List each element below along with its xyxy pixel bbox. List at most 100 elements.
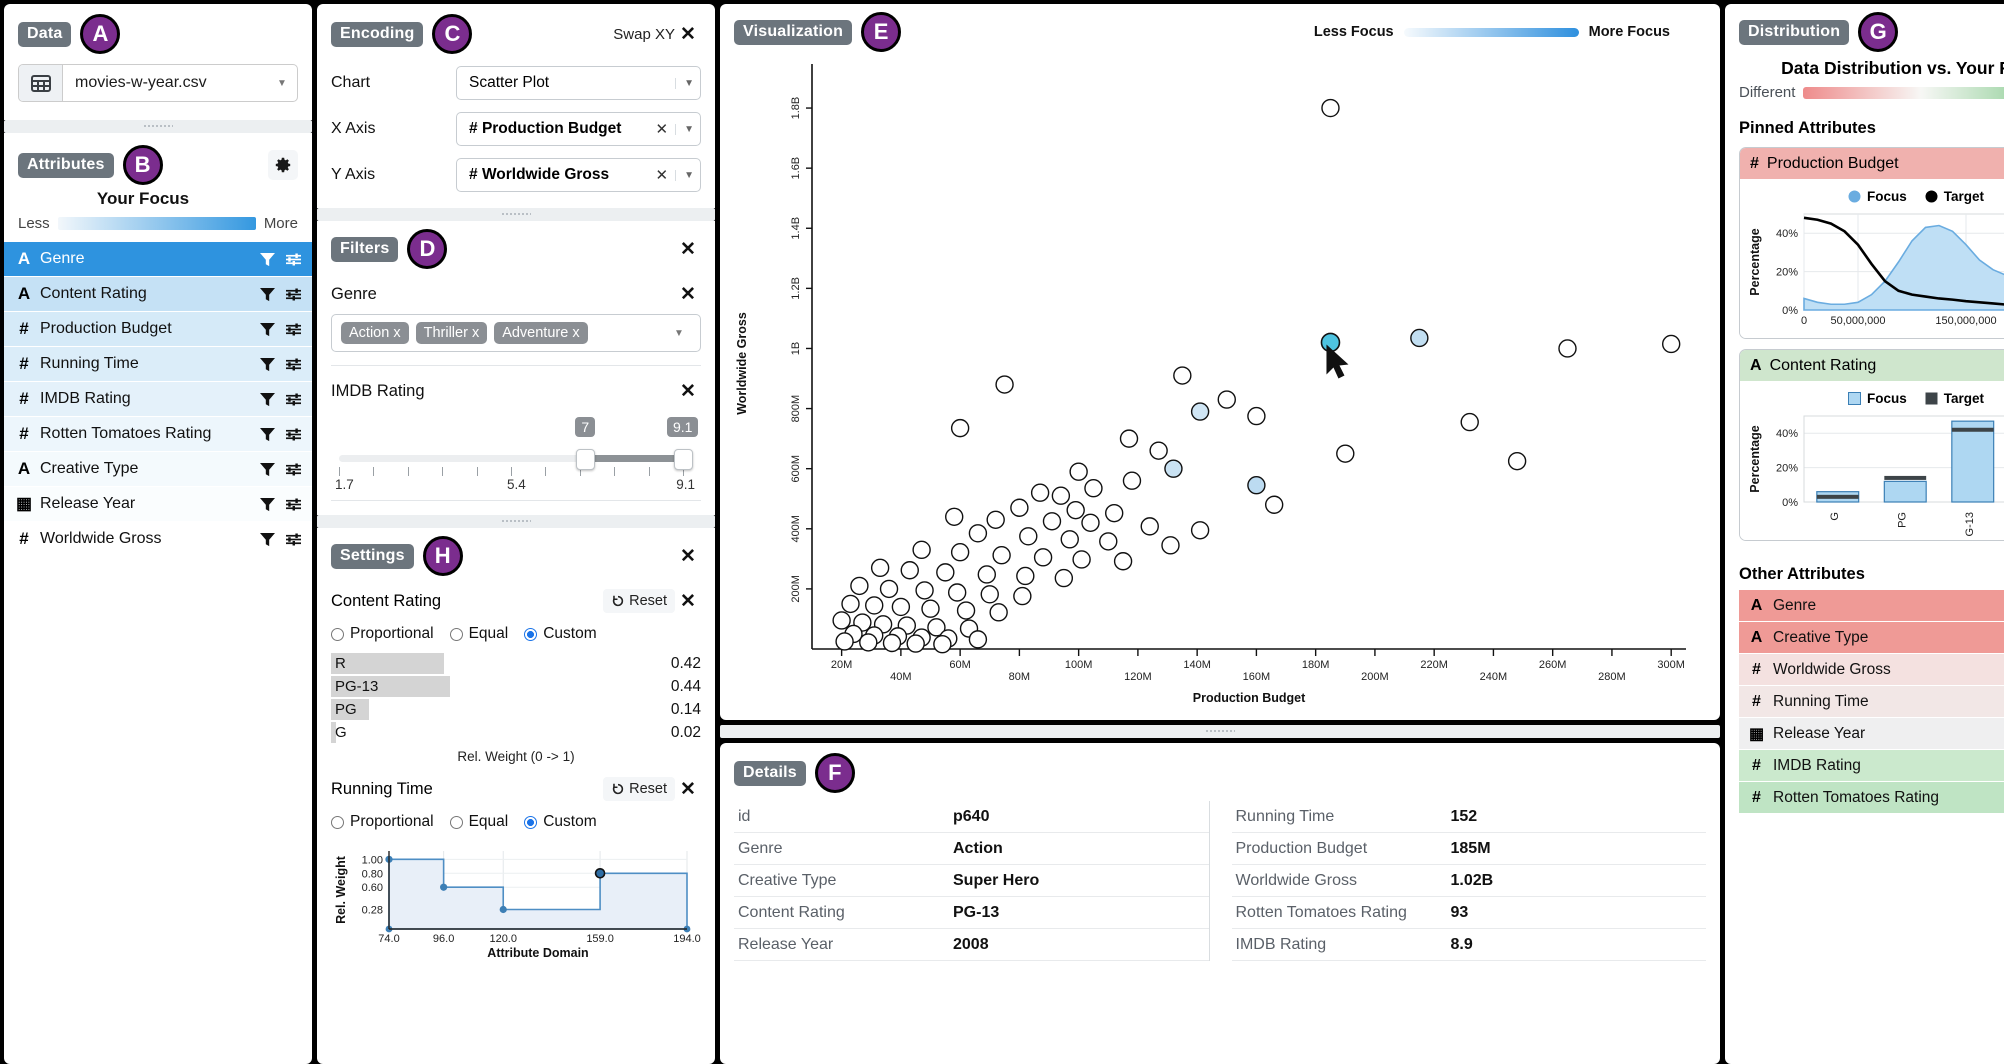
encoding-close-button[interactable]: ✕ bbox=[675, 21, 701, 47]
weights-icon[interactable] bbox=[285, 287, 302, 302]
other-attribute-row-running-time[interactable]: # Running Time bbox=[1739, 686, 2004, 717]
mode-option-custom[interactable]: Custom bbox=[524, 813, 597, 831]
running-time-weight-chart[interactable]: 1.00 0.80 0.60 0.28 74.0 96.0 120.0 159.0 194.0 R… bbox=[331, 841, 701, 959]
filter-icon[interactable] bbox=[259, 497, 276, 512]
chevron-down-icon[interactable]: ▼ bbox=[675, 123, 694, 135]
other-attribute-row-release-year[interactable]: ▦ Release Year bbox=[1739, 718, 2004, 749]
attribute-row-running-time[interactable]: # Running Time bbox=[4, 347, 312, 382]
encoding-clear-button[interactable]: ✕ bbox=[649, 120, 676, 138]
genre-filter-close-button[interactable]: ✕ bbox=[675, 281, 701, 307]
other-attribute-row-imdb-rating[interactable]: # IMDB Rating bbox=[1739, 750, 2004, 781]
mode-option-equal[interactable]: Equal bbox=[449, 813, 508, 831]
gear-icon[interactable] bbox=[268, 150, 298, 180]
genre-tag[interactable]: Action x bbox=[341, 322, 409, 344]
genre-tag-remove-icon[interactable]: x bbox=[472, 325, 479, 341]
slider-low-handle[interactable] bbox=[576, 449, 596, 470]
swap-xy-button[interactable]: Swap XY bbox=[613, 26, 675, 43]
genre-tag-input[interactable]: Action x Thriller x Adventure x ▼ bbox=[331, 314, 701, 352]
weight-row[interactable]: R 0.42 bbox=[331, 653, 701, 674]
mode-option-equal[interactable]: Equal bbox=[449, 625, 508, 643]
other-attribute-row-rotten-tomatoes-rating[interactable]: # Rotten Tomatoes Rating bbox=[1739, 782, 2004, 813]
chevron-down-icon[interactable]: ▼ bbox=[675, 169, 694, 181]
filter-icon[interactable] bbox=[259, 252, 276, 267]
filter-icon[interactable] bbox=[259, 357, 276, 372]
radio-custom[interactable] bbox=[524, 627, 538, 641]
details-value: 185M bbox=[1450, 839, 1491, 857]
encoding-field-select[interactable]: Scatter Plot ▼ bbox=[456, 66, 701, 100]
imdb-range-slider[interactable]: 7 9.1 1.7 5.4 9.1 bbox=[331, 411, 701, 492]
radio-custom[interactable] bbox=[524, 815, 538, 829]
weights-icon[interactable] bbox=[285, 357, 302, 372]
weight-row[interactable]: PG 0.14 bbox=[331, 699, 701, 720]
weight-row[interactable]: PG-13 0.44 bbox=[331, 676, 701, 697]
settings-block-close-button[interactable]: ✕ bbox=[675, 588, 701, 614]
scatter-plot[interactable]: 200M 400M 600M 800M 1B 1.2B 1.4B 1.6B 1.8B 20M 40M… bbox=[720, 52, 1720, 707]
mode-option-proportional[interactable]: Proportional bbox=[331, 625, 434, 643]
weights-icon[interactable] bbox=[285, 532, 302, 547]
scatter-plot-svg[interactable]: 200M 400M 600M 800M 1B 1.2B 1.4B 1.6B 1.8B 20M 40M… bbox=[720, 52, 1720, 707]
weights-icon[interactable] bbox=[285, 392, 302, 407]
mode-option-proportional[interactable]: Proportional bbox=[331, 813, 434, 831]
panel-resize-handle-1[interactable] bbox=[4, 120, 312, 133]
pinned-card-header: A Content Rating bbox=[1740, 350, 2004, 381]
slider-high-handle[interactable] bbox=[674, 449, 693, 470]
reset-button[interactable]: Reset bbox=[603, 589, 675, 613]
weights-icon[interactable] bbox=[285, 497, 302, 512]
filter-icon[interactable] bbox=[259, 532, 276, 547]
weight-row[interactable]: G 0.02 bbox=[331, 722, 701, 743]
encoding-field-select[interactable]: # Production Budget ✕ ▼ bbox=[456, 112, 701, 146]
attribute-row-production-budget[interactable]: # Production Budget bbox=[4, 312, 312, 347]
attribute-row-release-year[interactable]: ▦ Release Year bbox=[4, 487, 312, 522]
attribute-row-worldwide-gross[interactable]: # Worldwide Gross bbox=[4, 522, 312, 557]
radio-proportional[interactable] bbox=[331, 627, 344, 641]
pinned-card-production-budget[interactable]: # Production Budget Focus Target 0% 20% 40% 0 50… bbox=[1739, 147, 2004, 339]
weights-icon[interactable] bbox=[285, 322, 302, 337]
settings-close-button[interactable]: ✕ bbox=[675, 543, 701, 569]
settings-block-close-button[interactable]: ✕ bbox=[675, 776, 701, 802]
reset-button[interactable]: Reset bbox=[603, 777, 675, 801]
encoding-clear-button[interactable]: ✕ bbox=[649, 166, 676, 184]
dataset-select[interactable]: movies-w-year.csv ▼ bbox=[18, 64, 298, 102]
genre-tag-remove-icon[interactable]: x bbox=[393, 325, 400, 341]
radio-equal[interactable] bbox=[449, 815, 463, 829]
distribution-panel-header: Distribution G bbox=[1739, 12, 2004, 52]
panel-resize-handle-4[interactable] bbox=[720, 725, 1720, 738]
genre-chevron-down-icon[interactable]: ▼ bbox=[664, 328, 694, 339]
mode-option-custom[interactable]: Custom bbox=[524, 625, 597, 643]
settings-panel-header: Settings H ✕ bbox=[331, 536, 701, 576]
weights-icon[interactable] bbox=[285, 252, 302, 267]
filter-icon[interactable] bbox=[259, 462, 276, 477]
attribute-row-creative-type[interactable]: A Creative Type bbox=[4, 452, 312, 487]
radio-proportional[interactable] bbox=[331, 815, 344, 829]
weights-icon[interactable] bbox=[285, 462, 302, 477]
attribute-row-genre[interactable]: A Genre bbox=[4, 242, 312, 277]
filter-icon[interactable] bbox=[259, 287, 276, 302]
middle-column: Encoding C Swap XY ✕ Chart Scatter Plot ▼ X… bbox=[317, 4, 715, 1064]
radio-equal[interactable] bbox=[449, 627, 463, 641]
chevron-down-icon[interactable]: ▼ bbox=[267, 65, 297, 101]
chevron-down-icon[interactable]: ▼ bbox=[675, 77, 694, 89]
panel-resize-handle-2[interactable] bbox=[317, 208, 715, 221]
svg-text:1.4B: 1.4B bbox=[790, 217, 802, 240]
genre-tag[interactable]: Adventure x bbox=[494, 322, 588, 344]
filter-icon[interactable] bbox=[259, 392, 276, 407]
encoding-field-select[interactable]: # Worldwide Gross ✕ ▼ bbox=[456, 158, 701, 192]
other-attribute-label: Running Time bbox=[1773, 692, 1869, 710]
visualization-badge: Visualization bbox=[734, 19, 853, 45]
filter-icon[interactable] bbox=[259, 322, 276, 337]
pinned-card-content-rating[interactable]: A Content Rating Focus Target 0% 20% 40% G PG PG-… bbox=[1739, 349, 2004, 541]
genre-tag[interactable]: Thriller x bbox=[415, 322, 488, 344]
filter-divider bbox=[331, 365, 701, 366]
weights-icon[interactable] bbox=[285, 427, 302, 442]
filters-close-button[interactable]: ✕ bbox=[675, 236, 701, 262]
attribute-row-imdb-rating[interactable]: # IMDB Rating bbox=[4, 382, 312, 417]
attribute-row-rotten-tomatoes-rating[interactable]: # Rotten Tomatoes Rating bbox=[4, 417, 312, 452]
filter-icon[interactable] bbox=[259, 427, 276, 442]
genre-tag-remove-icon[interactable]: x bbox=[572, 325, 579, 341]
attribute-row-content-rating[interactable]: A Content Rating bbox=[4, 277, 312, 312]
other-attribute-row-creative-type[interactable]: A Creative Type bbox=[1739, 622, 2004, 653]
other-attribute-row-worldwide-gross[interactable]: # Worldwide Gross bbox=[1739, 654, 2004, 685]
panel-resize-handle-3[interactable] bbox=[317, 515, 715, 528]
imdb-filter-close-button[interactable]: ✕ bbox=[675, 378, 701, 404]
other-attribute-row-genre[interactable]: A Genre bbox=[1739, 590, 2004, 621]
